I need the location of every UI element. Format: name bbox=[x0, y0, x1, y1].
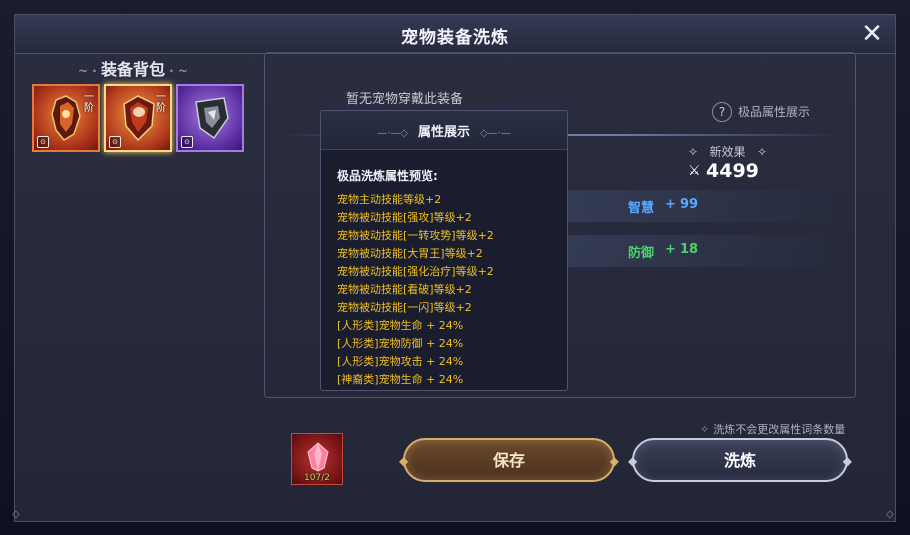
stat-row-wisdom: 智慧 + 99 bbox=[568, 190, 828, 222]
premium-attr-label: 极品属性展示 bbox=[738, 105, 811, 119]
dialog-title-bar: 宠物装备洗炼 ✕ bbox=[15, 15, 895, 54]
attr-line: 宠物被动技能[一闪]等级+2 bbox=[337, 301, 472, 314]
refine-note-text: 洗炼不会更改属性词条数量 bbox=[713, 423, 846, 436]
new-effect-text: 新效果 bbox=[709, 145, 746, 159]
stat-plus: + bbox=[665, 242, 676, 257]
button-tip-icon: ◆ bbox=[842, 454, 852, 468]
power-value: 4499 bbox=[706, 160, 759, 182]
attr-line: [人形类]宠物防御 + 24% bbox=[337, 337, 464, 350]
no-equipment-text: 暂无宠物穿戴此装备 bbox=[346, 92, 464, 107]
lock-icon: ⊙ bbox=[109, 136, 121, 148]
attr-line: 宠物被动技能[强化治疗]等级+2 bbox=[337, 265, 494, 278]
attr-line: [人形类]宠物生命 + 24% bbox=[337, 319, 464, 332]
premium-attr-toggle[interactable]: ? 极品属性展示 bbox=[712, 102, 810, 122]
tooltip-header: —·—◇ 属性展示 ◇—·— bbox=[321, 111, 567, 150]
bag-title: ~ · 装备背包 · ~ bbox=[78, 56, 188, 80]
title-ornament-left: ~ · bbox=[78, 64, 101, 78]
tooltip-title: 属性展示 bbox=[417, 125, 470, 140]
tooltip-preview-label: 极品洗炼属性预览: bbox=[337, 169, 438, 183]
bag-title-text: 装备背包 bbox=[100, 60, 165, 79]
ornament-icon: ◇—·— bbox=[480, 128, 511, 139]
ornament-icon: —·—◇ bbox=[377, 128, 408, 139]
close-icon[interactable]: ✕ bbox=[859, 21, 885, 47]
attr-line: 宠物主动技能等级+2 bbox=[337, 193, 442, 206]
title-ornament-right: · ~ bbox=[164, 64, 188, 78]
attr-line: [人形类]宠物攻击 + 24% bbox=[337, 355, 464, 368]
tooltip-attr-list: 宠物主动技能等级+2 宠物被动技能[强攻]等级+2 宠物被动技能[一转攻势]等级… bbox=[337, 191, 494, 389]
refine-button[interactable]: ◆ 洗炼 ◆ bbox=[628, 438, 852, 482]
refine-material-slot[interactable]: 107/2 bbox=[291, 433, 343, 485]
stat-plus: + bbox=[665, 197, 676, 212]
sparkle-icon: ✧ bbox=[756, 145, 768, 159]
corner-ornament: ◇ bbox=[886, 509, 894, 520]
tier-badge: 一阶 bbox=[156, 92, 166, 114]
sparkle-icon: ✧ bbox=[700, 423, 710, 436]
stat-value: 18 bbox=[680, 242, 699, 257]
sparkle-icon: ✧ bbox=[688, 145, 699, 159]
new-effect-label: ✧ 新效果 ✧ bbox=[688, 143, 767, 160]
corner-ornament: ◇ bbox=[12, 509, 20, 520]
stat-name: 智慧 bbox=[628, 201, 655, 216]
refine-note: ✧ 洗炼不会更改属性词条数量 bbox=[700, 421, 845, 437]
button-tip-icon: ◆ bbox=[399, 454, 409, 468]
claw-gauntlet-icon bbox=[51, 95, 81, 141]
refine-crystal-icon bbox=[307, 442, 329, 472]
lock-icon: ⊙ bbox=[37, 136, 49, 148]
lock-icon: ⊙ bbox=[181, 136, 193, 148]
attr-line: 宠物被动技能[一转攻势]等级+2 bbox=[337, 229, 494, 242]
save-button-label: 保存 bbox=[492, 451, 525, 470]
attribute-tooltip: —·—◇ 属性展示 ◇—·— 极品洗炼属性预览: 宠物主动技能等级+2 宠物被动技能… bbox=[320, 110, 568, 391]
button-tip-icon: ◆ bbox=[628, 454, 638, 468]
bag-slot-steel-shield[interactable]: ⊙ bbox=[176, 84, 244, 152]
dialog-title: 宠物装备洗炼 bbox=[401, 28, 509, 48]
refine-button-label: 洗炼 bbox=[723, 451, 756, 470]
bag-slot-claw-gauntlet[interactable]: 一阶 ⊙ bbox=[32, 84, 100, 152]
button-tip-icon: ◆ bbox=[609, 454, 619, 468]
steel-shield-icon bbox=[195, 97, 229, 140]
attr-line: 宠物被动技能[看破]等级+2 bbox=[337, 283, 472, 296]
save-button[interactable]: ◆ 保存 ◆ bbox=[399, 438, 619, 482]
crossed-swords-icon: ⚔ bbox=[688, 163, 701, 179]
material-count: 107/2 bbox=[304, 473, 330, 483]
bag-slot-crimson-armor[interactable]: 一阶 ⊙ bbox=[104, 84, 172, 152]
stat-value: 99 bbox=[680, 197, 699, 212]
attr-line: 宠物被动技能[强攻]等级+2 bbox=[337, 211, 472, 224]
question-icon[interactable]: ? bbox=[712, 102, 732, 122]
attr-line: 宠物被动技能[大胃王]等级+2 bbox=[337, 247, 483, 260]
stat-name: 防御 bbox=[628, 246, 655, 261]
crimson-armor-icon bbox=[123, 95, 155, 142]
tier-badge: 一阶 bbox=[84, 92, 94, 114]
stat-row-defense: 防御 + 18 bbox=[568, 235, 828, 267]
attr-line: [神裔类]宠物生命 + 24% bbox=[337, 373, 464, 386]
